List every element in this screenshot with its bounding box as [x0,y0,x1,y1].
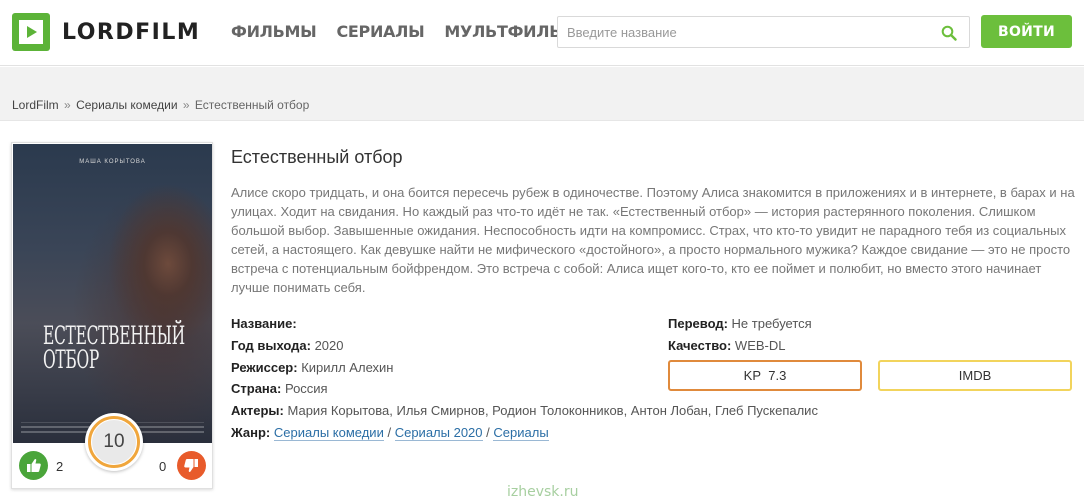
genre-link[interactable]: Сериалы 2020 [394,424,483,441]
watermark: izhevsk.ru [507,484,579,500]
info-name: Название: [231,316,297,331]
movie-info: Название: Год выхода: 2020 Режиссер: Кир… [231,313,818,444]
login-button[interactable]: ВОЙТИ [981,15,1072,48]
poster-title: ЕСТЕСТВЕННЫЙ ОТБОР [43,321,185,374]
kp-rating-button[interactable]: KP 7.3 [668,360,862,391]
breadcrumb-separator: » [64,98,71,112]
info-year: Год выхода: 2020 [231,337,344,353]
genre-link[interactable]: Сериалы комедии [273,424,384,441]
dislike-count: 0 [159,459,167,474]
page-title: Естественный отбор [231,147,403,167]
site-logo[interactable]: LORDFILM [12,13,200,51]
site-header: LORDFILM ФИЛЬМЫ СЕРИАЛЫ МУЛЬТФИЛЬМЫ ВОЙТ… [0,0,1084,66]
info-actors: Актеры: Мария Корытова, Илья Смирнов, Ро… [231,403,818,419]
movie-tech-info: Перевод: Не требуется Качество: WEB-DL [668,313,812,357]
main-nav: ФИЛЬМЫ СЕРИАЛЫ МУЛЬТФИЛЬМЫ [231,22,593,41]
breadcrumb-separator: » [182,98,190,112]
genre-link[interactable]: Сериалы [493,424,549,441]
rating-badge: 10 [85,413,143,471]
breadcrumb: LordFilm » Сериалы комедии » Естественны… [12,98,309,112]
info-translation: Перевод: Не требуется [668,316,812,331]
movie-description: Алисе скоро тридцать, и она боится перес… [231,185,1075,295]
like-count: 2 [56,459,64,474]
poster-image[interactable]: МАША КОРЫТОВА ЕСТЕСТВЕННЫЙ ОТБОР [13,144,212,443]
nav-films[interactable]: ФИЛЬМЫ [231,22,317,41]
breadcrumb-category[interactable]: Сериалы комедии [76,98,177,112]
nav-series[interactable]: СЕРИАЛЫ [336,22,424,41]
dislike-button[interactable] [177,451,206,480]
logo-text: LORDFILM [62,19,201,45]
thumbs-up-icon [27,459,41,472]
search-icon[interactable] [941,25,957,41]
breadcrumb-home[interactable]: LordFilm [12,98,59,112]
film-play-icon [12,13,50,51]
search-box [557,16,970,48]
like-button[interactable] [19,451,48,480]
breadcrumb-current: Естественный отбор [194,98,310,112]
info-genre: Жанр: Сериалы комедии / Сериалы 2020 / С… [231,424,549,441]
breadcrumb-band: LordFilm » Сериалы комедии » Естественны… [0,67,1084,121]
rating-value: 10 [92,420,136,464]
poster-card: МАША КОРЫТОВА ЕСТЕСТВЕННЫЙ ОТБОР 10 2 0 [11,142,213,489]
thumbs-down-icon [184,459,198,472]
search-input[interactable] [558,17,928,47]
imdb-rating-button[interactable]: IMDB [878,360,1072,391]
info-quality: Качество: WEB-DL [668,337,786,353]
info-country: Страна: Россия [231,381,328,397]
info-director: Режиссер: Кирилл Алехин [231,359,394,375]
poster-actress-name: МАША КОРЫТОВА [79,159,146,165]
